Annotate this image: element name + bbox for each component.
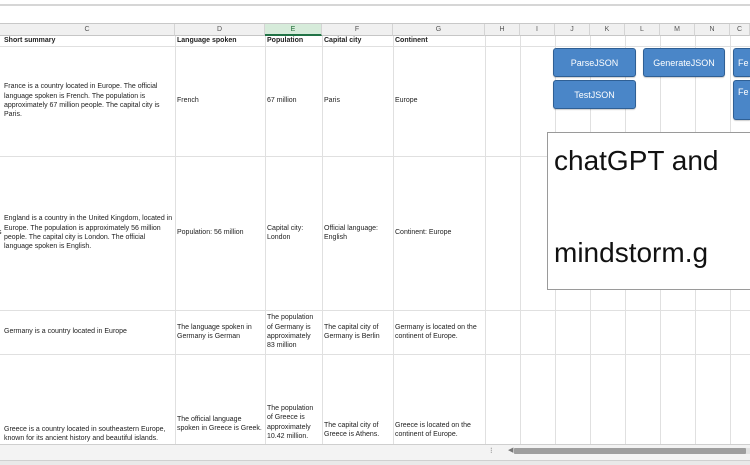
status-bar — [0, 460, 750, 465]
cell-population-germany[interactable]: The population of Germany is approximate… — [265, 310, 322, 354]
column-header-l[interactable]: L — [625, 24, 660, 36]
cell-continent-greece[interactable]: Greece is located on the continent of Eu… — [393, 421, 485, 444]
horizontal-scrollbar[interactable]: ◀ — [508, 447, 750, 455]
column-header-f[interactable]: F — [322, 24, 393, 36]
macro-button-partial-bottom[interactable]: Fe — [733, 80, 750, 120]
cell-language-france[interactable]: French — [175, 46, 265, 156]
cell-population-france[interactable]: 67 million — [265, 46, 322, 156]
cell-continent-france[interactable]: Europe — [393, 46, 485, 156]
header-capital[interactable]: Capital city — [322, 36, 393, 46]
scroll-thumb[interactable] — [514, 448, 746, 454]
title-text-box[interactable]: chatGPT and mindstorm.g — [547, 132, 750, 290]
cell-summary-england[interactable]: England is a country in the United Kingd… — [2, 156, 175, 310]
text-box-line-1: chatGPT and — [554, 145, 719, 176]
column-header-d[interactable]: D — [175, 24, 265, 36]
test-json-button[interactable]: TestJSON — [553, 80, 636, 109]
formula-bar-border — [0, 4, 750, 6]
grid-line — [0, 354, 750, 355]
cell-language-greece[interactable]: The official language spoken in Greece i… — [175, 415, 265, 444]
column-header-k[interactable]: K — [590, 24, 625, 36]
cell-population-england[interactable]: Capital city: London — [265, 156, 322, 310]
cell-continent-england[interactable]: Continent: Europe — [393, 156, 485, 310]
column-header-o[interactable]: C — [730, 24, 750, 36]
cell-language-germany[interactable]: The language spoken in Germany is German — [175, 310, 265, 354]
header-language[interactable]: Language spoken — [175, 36, 265, 46]
column-header-i[interactable]: I — [520, 24, 555, 36]
column-header-g[interactable]: G — [393, 24, 485, 36]
column-header-c[interactable]: C — [0, 24, 175, 36]
cell-capital-germany[interactable]: The capital city of Germany is Berlin — [322, 310, 393, 354]
header-short-summary[interactable]: Short summary — [2, 36, 175, 46]
scroll-left-icon[interactable]: ◀ — [508, 446, 513, 454]
cell-population-greece[interactable]: The population of Greece is approximatel… — [265, 404, 322, 444]
header-continent[interactable]: Continent — [393, 36, 485, 46]
formula-bar-strip — [0, 0, 750, 24]
cell-summary-germany[interactable]: Germany is a country located in Europe — [2, 310, 175, 354]
macro-button-partial-top[interactable]: Fe — [733, 48, 750, 77]
cell-language-england[interactable]: Population: 56 million — [175, 156, 265, 310]
column-header-j[interactable]: J — [555, 24, 590, 36]
cell-capital-france[interactable]: Paris — [322, 46, 393, 156]
parse-json-button[interactable]: ParseJSON — [553, 48, 636, 77]
cell-summary-france[interactable]: France is a country located in Europe. T… — [2, 46, 175, 156]
cell-capital-england[interactable]: Official language: English — [322, 156, 393, 310]
grid-line — [485, 36, 486, 444]
generate-json-button[interactable]: GenerateJSON — [643, 48, 725, 77]
cell-capital-greece[interactable]: The capital city of Greece is Athens. — [322, 421, 393, 444]
split-handle-icon[interactable]: ⁝ — [490, 446, 493, 455]
cell-summary-greece[interactable]: Greece is a country located in southeast… — [2, 425, 175, 444]
column-header-h[interactable]: H — [485, 24, 520, 36]
column-header-n[interactable]: N — [695, 24, 730, 36]
column-header-m[interactable]: M — [660, 24, 695, 36]
cell-continent-germany[interactable]: Germany is located on the continent of E… — [393, 310, 485, 354]
grid-line — [520, 36, 521, 444]
text-box-line-2: mindstorm.g — [554, 237, 709, 268]
header-population[interactable]: Population — [265, 36, 322, 46]
column-header-e[interactable]: E — [265, 24, 322, 36]
